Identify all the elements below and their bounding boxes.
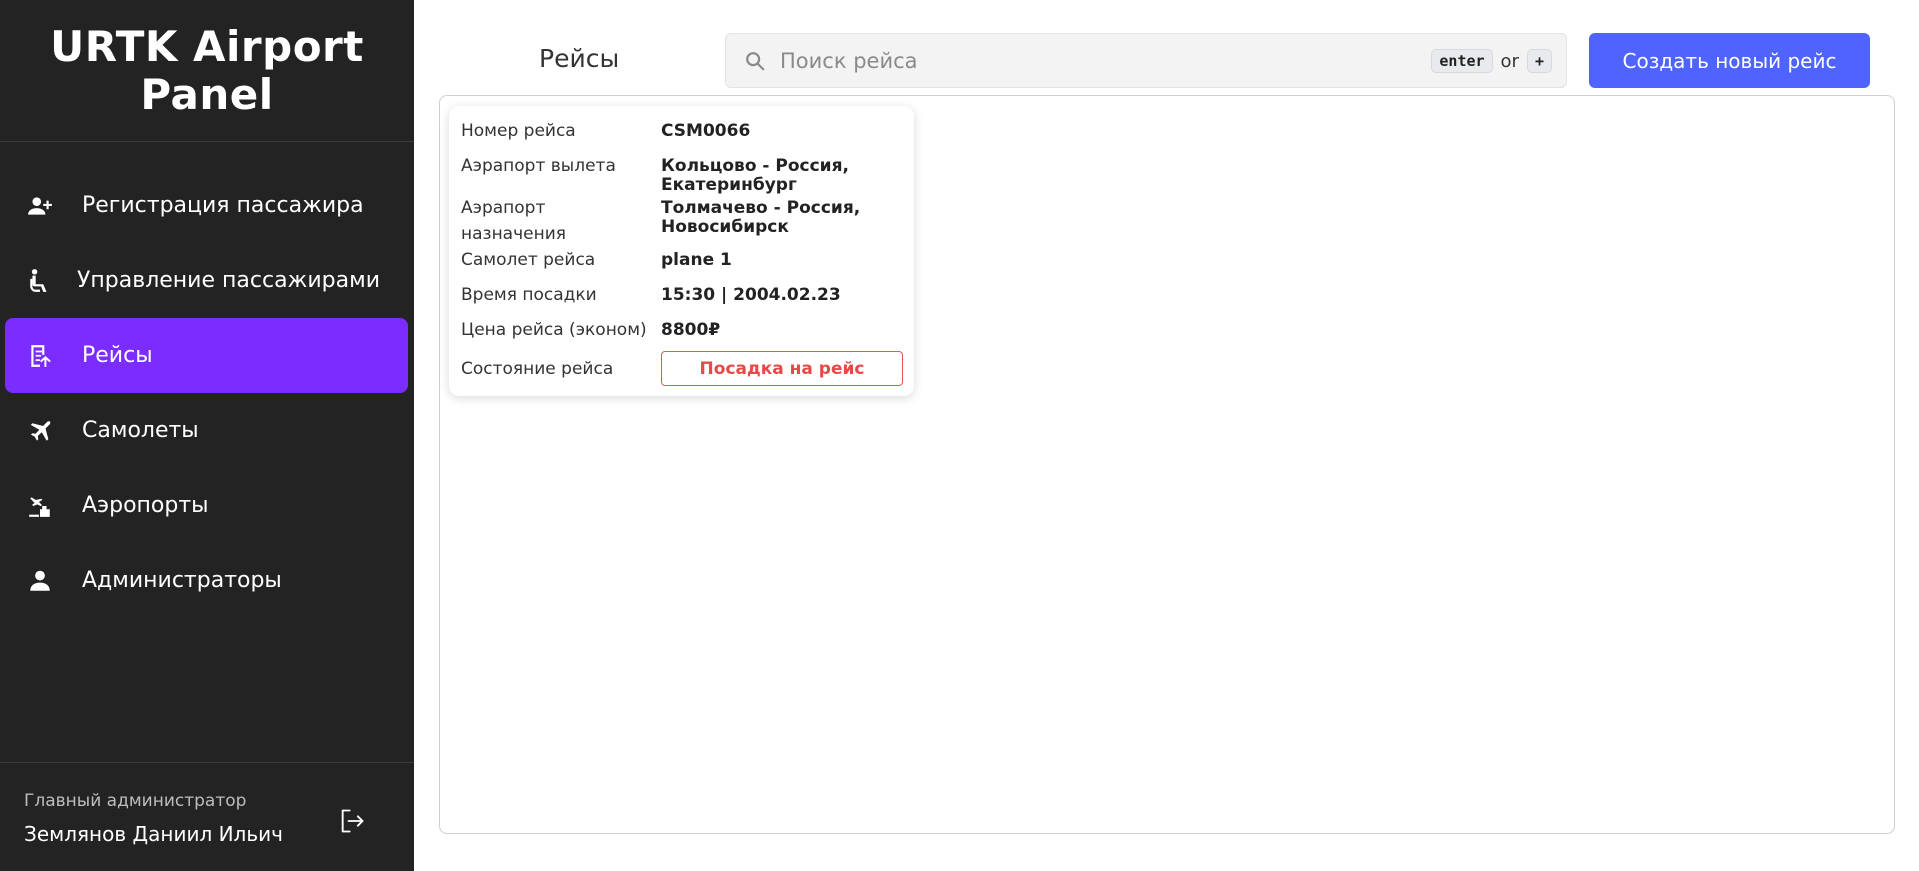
price-row: Цена рейса (эконом) 8800₽: [461, 317, 906, 343]
sidebar-footer: Главный администратор Землянов Даниил Ил…: [0, 762, 414, 871]
brand: URTK Airport Panel: [0, 0, 414, 142]
user-role: Главный администратор: [24, 791, 247, 811]
search-input[interactable]: [780, 48, 1400, 73]
plus-key-hint: +: [1526, 49, 1552, 73]
boarding-value: 15:30 | 2004.02.23: [661, 285, 841, 305]
destination-value-line: Толмачево - Россия,: [661, 198, 861, 218]
price-label: Цена рейса (эконом): [461, 320, 647, 340]
person-icon: [25, 566, 55, 596]
flights-panel: Номер рейса CSM0066 Аэрапорт вылета Коль…: [439, 95, 1895, 834]
sidebar-nav: Регистрация пассажира Управление пассажи…: [5, 168, 408, 618]
destination-row: Аэрапорт назначения Толмачево - Россия, …: [461, 195, 906, 247]
departure-label: Аэрапорт вылета: [461, 156, 616, 176]
price-value: 8800₽: [661, 320, 721, 340]
create-flight-button[interactable]: Создать новый рейс: [1589, 33, 1870, 88]
sidebar-item-passenger-registration[interactable]: Регистрация пассажира: [5, 168, 408, 243]
enter-key-hint: enter: [1431, 49, 1493, 73]
sidebar-item-admins[interactable]: Администраторы: [5, 543, 408, 618]
user-name: Землянов Даниил Ильич: [24, 822, 283, 846]
search-shortcut-hint: enter or +: [1431, 49, 1552, 73]
destination-value-line: Новосибирск: [661, 217, 789, 237]
sidebar-item-label: Управление пассажирами: [77, 268, 381, 293]
search-icon: [744, 50, 766, 72]
accessible-seat-icon: [25, 266, 55, 296]
logout-icon[interactable]: [338, 807, 366, 835]
destination-label-line: назначения: [461, 224, 566, 244]
hint-or-text: or: [1500, 50, 1519, 72]
plane-value: plane 1: [661, 250, 732, 270]
flight-number-value: CSM0066: [661, 121, 751, 141]
flight-list-icon: [25, 341, 55, 371]
sidebar-item-label: Администраторы: [82, 568, 282, 593]
flight-number-row: Номер рейса CSM0066: [461, 118, 906, 144]
flight-card[interactable]: Номер рейса CSM0066 Аэрапорт вылета Коль…: [449, 106, 914, 396]
sidebar-item-flights[interactable]: Рейсы: [5, 318, 408, 393]
sidebar-item-label: Рейсы: [82, 343, 153, 368]
plane-row: Самолет рейса plane 1: [461, 247, 906, 273]
plane-label: Самолет рейса: [461, 250, 596, 270]
flight-number-label: Номер рейса: [461, 121, 576, 141]
sidebar-item-label: Аэропорты: [82, 493, 209, 518]
departure-value-line: Кольцово - Россия,: [661, 156, 849, 176]
state-label: Состояние рейса: [461, 358, 614, 379]
page-title: Рейсы: [539, 44, 620, 73]
state-row: Состояние рейса Посадка на рейс: [461, 351, 906, 386]
departure-value: Кольцово - Россия, Екатеринбург: [661, 153, 849, 195]
destination-value: Толмачево - Россия, Новосибирск: [661, 195, 860, 247]
sidebar-item-label: Регистрация пассажира: [82, 193, 364, 218]
sidebar-item-planes[interactable]: Самолеты: [5, 393, 408, 468]
destination-label-line: Аэрапорт: [461, 198, 546, 218]
search-bar: enter or +: [725, 33, 1567, 88]
add-user-icon: [25, 191, 55, 221]
airport-icon: [25, 491, 55, 521]
sidebar-item-label: Самолеты: [82, 418, 199, 443]
destination-label: Аэрапорт назначения: [461, 195, 661, 247]
brand-title: URTK Airport Panel: [50, 21, 364, 119]
sidebar-item-airports[interactable]: Аэропорты: [5, 468, 408, 543]
boarding-row: Время посадки 15:30 | 2004.02.23: [461, 282, 906, 308]
sidebar: URTK Airport Panel Регистрация пассажира…: [0, 0, 414, 871]
sidebar-item-passenger-management[interactable]: Управление пассажирами: [5, 243, 408, 318]
departure-row: Аэрапорт вылета Кольцово - Россия, Екате…: [461, 153, 906, 195]
departure-value-line: Екатеринбург: [661, 175, 797, 195]
flight-status-badge: Посадка на рейс: [661, 351, 903, 386]
boarding-label: Время посадки: [461, 285, 597, 305]
airplane-icon: [25, 416, 55, 446]
